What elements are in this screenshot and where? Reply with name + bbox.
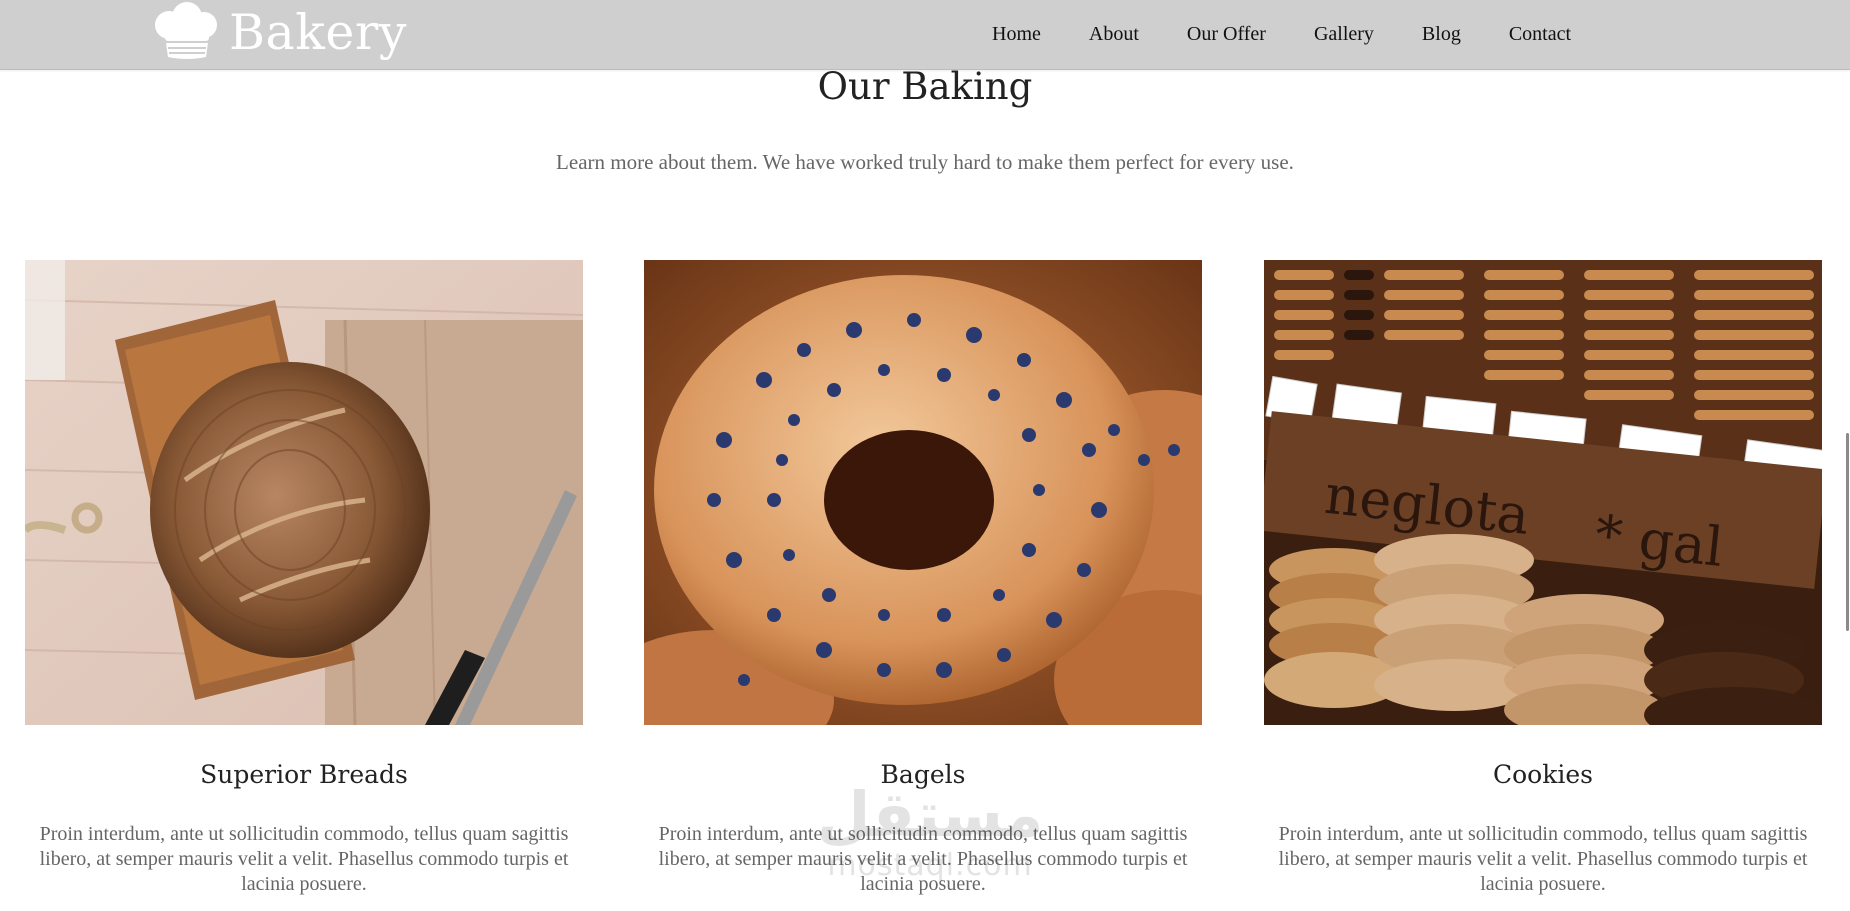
nav-about[interactable]: About <box>1065 0 1163 69</box>
scrollbar-thumb[interactable] <box>1846 433 1849 631</box>
bagel-photo[interactable] <box>644 260 1202 725</box>
cookies-photo[interactable]: neglota * gal <box>1264 260 1822 725</box>
product-card-breads: Superior Breads Proin interdum, ante ut … <box>25 260 583 895</box>
section-title: Our Baking <box>817 65 1033 108</box>
product-card-cookies: neglota * gal Cookies Proin interdum, an… <box>1264 260 1822 895</box>
card-text: Proin interdum, ante ut sollicitudin com… <box>1278 823 1808 895</box>
nav-gallery[interactable]: Gallery <box>1290 0 1398 69</box>
card-title: Cookies <box>1493 760 1593 789</box>
card-title: Bagels <box>880 760 966 789</box>
section-subtitle: Learn more about them. We have worked tr… <box>556 150 1294 174</box>
logo-text: Bakery <box>229 4 408 61</box>
nav-contact[interactable]: Contact <box>1485 0 1595 69</box>
product-card-bagels: Bagels Proin interdum, ante ut sollicitu… <box>644 260 1202 895</box>
nav-our-offer[interactable]: Our Offer <box>1163 0 1290 69</box>
card-text: Proin interdum, ante ut sollicitudin com… <box>658 823 1188 895</box>
chef-hat-icon <box>151 1 221 66</box>
nav-blog[interactable]: Blog <box>1398 0 1485 69</box>
logo[interactable]: Bakery <box>151 1 408 66</box>
scrollbar[interactable] <box>1844 69 1850 911</box>
site-header: Bakery Home About Our Offer Gallery Blog… <box>0 0 1850 70</box>
card-title: Superior Breads <box>200 760 408 789</box>
main-nav: Home About Our Offer Gallery Blog Contac… <box>970 0 1595 69</box>
nav-home[interactable]: Home <box>970 0 1065 69</box>
bread-photo[interactable] <box>25 260 583 725</box>
svg-text:* gal: * gal <box>1592 503 1726 579</box>
card-text: Proin interdum, ante ut sollicitudin com… <box>39 823 569 895</box>
